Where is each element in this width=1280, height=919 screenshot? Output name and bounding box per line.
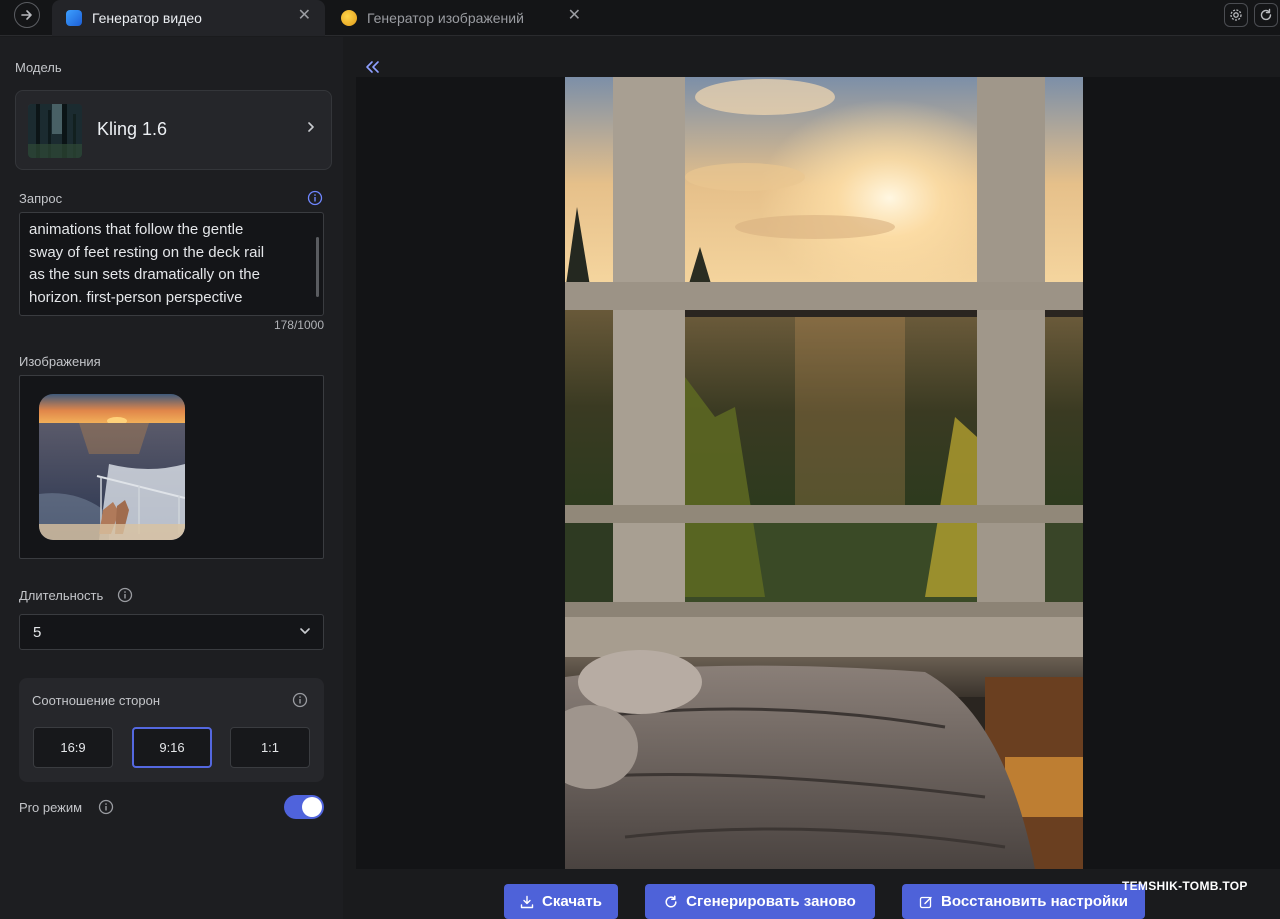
tab-bar: Генератор видео ✕ Генератор изображений … xyxy=(0,0,1280,36)
scrollbar[interactable] xyxy=(316,237,319,297)
tab-video-generator[interactable]: Генератор видео ✕ xyxy=(52,0,325,36)
close-icon[interactable]: ✕ xyxy=(568,8,581,24)
collapse-sidebar-icon[interactable] xyxy=(364,60,380,74)
settings-panel: Модель Kling 1.6 Запрос · · · · · · · · … xyxy=(0,37,343,919)
close-icon[interactable]: ✕ xyxy=(298,8,311,24)
images-label: Изображения xyxy=(19,354,101,369)
model-selector[interactable]: Kling 1.6 xyxy=(15,90,332,170)
video-app-icon xyxy=(66,10,82,26)
model-label: Модель xyxy=(15,60,62,75)
download-icon xyxy=(520,895,534,908)
forward-arrow-icon[interactable] xyxy=(14,2,40,28)
info-icon[interactable] xyxy=(98,799,114,815)
regenerate-button[interactable]: Сгенерировать заново xyxy=(645,884,875,919)
model-thumbnail xyxy=(28,104,82,158)
settings-icon[interactable] xyxy=(1224,3,1248,27)
prompt-label: Запрос xyxy=(19,191,63,206)
aspect-9-16-button[interactable]: 9:16 xyxy=(132,727,212,768)
info-icon[interactable] xyxy=(117,587,133,603)
tab-label: Генератор видео xyxy=(92,10,202,26)
model-name: Kling 1.6 xyxy=(97,119,168,139)
pro-mode-toggle[interactable] xyxy=(284,795,324,819)
pro-mode-label: Pro режим xyxy=(19,800,83,815)
tab-label: Генератор изображений xyxy=(367,10,524,26)
generated-image[interactable] xyxy=(565,77,1083,869)
restore-settings-button[interactable]: Восстановить настройки xyxy=(902,884,1145,919)
chevron-right-icon xyxy=(308,122,314,132)
info-icon[interactable] xyxy=(307,190,323,206)
image-app-icon xyxy=(341,10,357,26)
duration-value: 5 xyxy=(33,624,42,641)
images-dropzone[interactable] xyxy=(19,375,324,559)
duration-select[interactable]: 5 xyxy=(19,614,324,650)
aspect-ratio-panel: Соотношение сторон 16:9 9:16 1:1 xyxy=(19,678,324,782)
aspect-ratio-label: Соотношение сторон xyxy=(32,693,161,708)
regenerate-icon xyxy=(665,894,677,908)
refresh-icon[interactable] xyxy=(1254,3,1278,27)
tab-image-generator[interactable]: Генератор изображений ✕ xyxy=(329,0,595,36)
duration-label: Длительность xyxy=(19,588,104,603)
info-icon[interactable] xyxy=(292,692,308,708)
edit-icon xyxy=(919,896,932,908)
character-counter: 178/1000 xyxy=(273,318,324,332)
toggle-knob xyxy=(302,797,322,817)
aspect-16-9-button[interactable]: 16:9 xyxy=(33,727,113,768)
watermark: TEMSHIK-TOMB.TOP xyxy=(1122,879,1248,893)
prompt-textarea[interactable]: · · · · · · · · · · · · · · animations t… xyxy=(19,212,324,316)
chevron-down-icon xyxy=(300,628,310,634)
preview-canvas xyxy=(356,77,1280,869)
prompt-text: animations that follow the gentle sway o… xyxy=(29,221,265,306)
download-button[interactable]: Скачать xyxy=(504,884,618,919)
uploaded-image[interactable] xyxy=(39,394,185,540)
aspect-1-1-button[interactable]: 1:1 xyxy=(230,727,310,768)
